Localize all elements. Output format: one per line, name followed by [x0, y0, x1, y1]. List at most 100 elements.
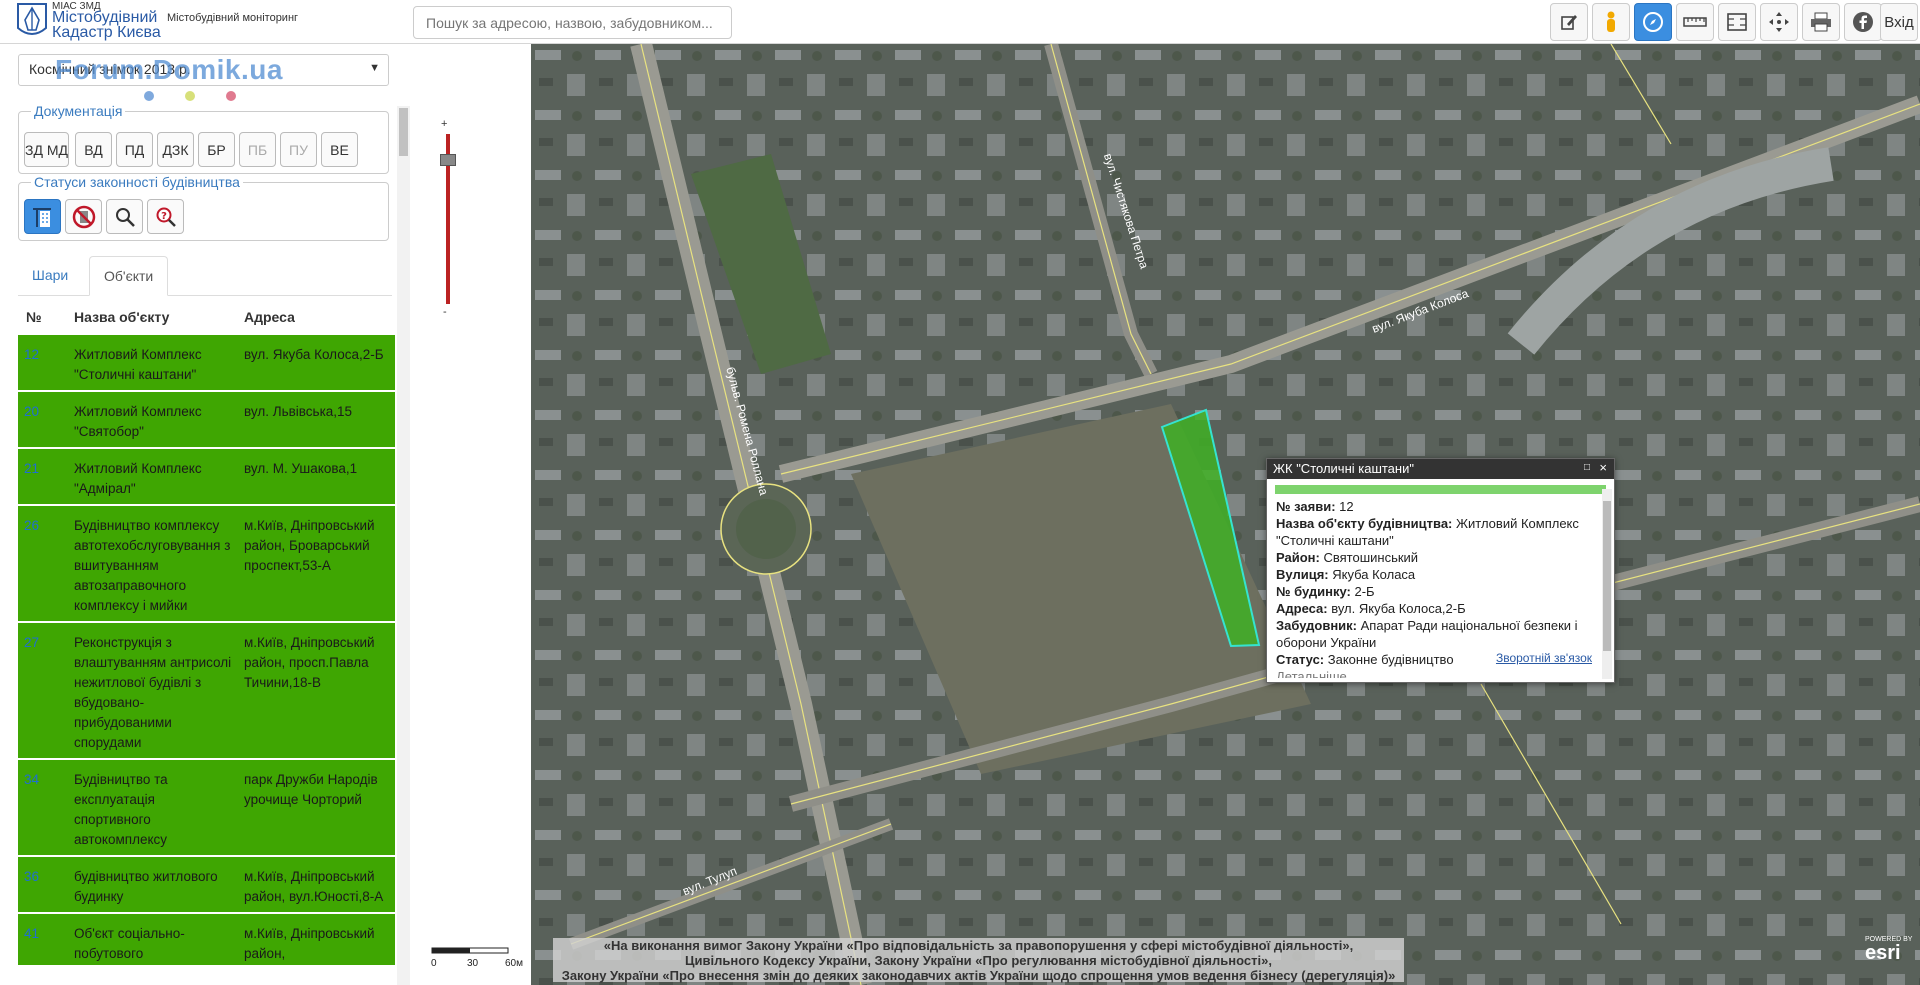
kyiv-emblem-logo[interactable] [14, 2, 50, 40]
row-number[interactable]: 41 [24, 924, 39, 944]
row-number[interactable]: 27 [24, 633, 39, 653]
legality-status-group-title: Статуси законності будівництва [31, 174, 243, 190]
row-address: м.Київ, Дніпровський район, просп.Павла … [244, 635, 375, 690]
logo-title-line1: Містобудівний [52, 9, 158, 26]
popup-field: № заяви: 12 [1276, 499, 1354, 514]
tab-objects[interactable]: Об'єкти [89, 256, 169, 296]
full-extent-button[interactable] [1760, 3, 1798, 41]
column-header-address[interactable]: Адреса [244, 309, 295, 325]
column-header-number[interactable]: № [26, 309, 42, 325]
status-legal-button[interactable] [24, 199, 61, 234]
table-row[interactable]: 21 Житловий Комплекс "Адмірал" вул. М. У… [18, 449, 395, 506]
scale-bar-graphic [431, 947, 509, 954]
esri-wordmark: esri [1865, 942, 1901, 964]
basemap-dot-red[interactable] [226, 91, 236, 101]
maximize-icon[interactable]: □ [1584, 462, 1590, 473]
row-address: м.Київ, Дніпровський район, вул.Юності,8… [244, 869, 384, 904]
scrollbar-thumb[interactable] [1603, 501, 1611, 651]
edit-tool-button[interactable] [1550, 3, 1588, 41]
search-input[interactable] [413, 6, 732, 39]
legal-notice: «На виконання вимог Закону України «Про … [553, 938, 1404, 983]
sidebar: Космічний знімок 2013 р. ▼ Forum.Domik.u… [0, 44, 456, 985]
basemap-dot-blue[interactable] [144, 91, 154, 101]
legal-line: Цивільного Кодексу України, Закону Украї… [685, 953, 1272, 968]
table-row[interactable]: 12 Житловий Комплекс "Столичні каштани" … [18, 335, 395, 392]
status-unknown-button[interactable]: ? [147, 199, 184, 234]
street-view-tool-button[interactable] [1592, 3, 1630, 41]
documentation-group: Документація ЗД МД ВД ПД ДЗК БР ПБ ПУ ВЕ [18, 103, 389, 174]
row-name: Будівництво та експлуатація спортивного … [74, 772, 168, 847]
row-number[interactable]: 20 [24, 402, 39, 422]
row-number[interactable]: 12 [24, 345, 39, 365]
legality-status-group: Статуси законності будівництва ? [18, 174, 389, 241]
row-number[interactable]: 34 [24, 770, 39, 790]
login-button[interactable]: Вхід [1880, 3, 1918, 41]
basemap-dot-yellow[interactable] [185, 91, 195, 101]
close-icon[interactable]: × [1599, 460, 1607, 475]
popup-scrollbar[interactable] [1602, 489, 1612, 679]
logo-title-line2: Кадастр Києва [52, 24, 161, 41]
sidebar-vertical-scrollbar[interactable] [397, 106, 410, 985]
table-row[interactable]: 36 будівництво житлового будинку м.Київ,… [18, 857, 395, 914]
doc-button-br[interactable]: БР [198, 132, 235, 167]
identify-tool-button[interactable] [1634, 3, 1672, 41]
area-measure-icon [1727, 13, 1747, 31]
status-illegal-button[interactable] [65, 199, 102, 234]
zoom-handle[interactable] [440, 154, 456, 166]
table-row[interactable]: 41 Об'єкт соціально-побутового м.Київ, Д… [18, 914, 395, 965]
watermark: Forum.Domik.ua [55, 54, 283, 85]
building-crane-icon [32, 207, 51, 227]
feedback-link[interactable]: Зворотній зв'язок [1496, 651, 1592, 665]
edit-icon [1561, 15, 1577, 30]
row-address: вул. М. Ушакова,1 [244, 461, 358, 476]
popup-field: Забудовник: Апарат Ради національної без… [1276, 618, 1578, 650]
popup-more-link[interactable]: Детальніше [1276, 668, 1590, 678]
table-row[interactable]: 20 Житловий Комплекс "Святобор" вул. Льв… [18, 392, 395, 449]
doc-button-pd[interactable]: ПД [116, 132, 153, 167]
objects-table-body: 12 Житловий Комплекс "Столичні каштани" … [18, 335, 395, 965]
doc-button-vd[interactable]: ВД [75, 132, 112, 167]
zoom-in-button[interactable]: + [441, 118, 447, 130]
measure-distance-button[interactable] [1676, 3, 1714, 41]
scrollbar-thumb[interactable] [399, 108, 408, 156]
prohibited-building-icon [72, 205, 95, 228]
chevron-down-icon: ▼ [369, 62, 380, 74]
tab-layers[interactable]: Шари [18, 256, 82, 296]
esri-logo: POWERED BY esri [1865, 936, 1912, 965]
satellite-map[interactable]: вул. Якуба Колоса бульв. Ромена Роллана … [531, 44, 1920, 985]
popup-field: Вулиця: Якуба Коласа [1276, 567, 1416, 582]
row-address: м.Київ, Дніпровський район, [244, 926, 375, 961]
facebook-button[interactable] [1844, 3, 1882, 41]
compass-icon [1643, 12, 1663, 32]
pegman-icon [1607, 11, 1615, 32]
svg-text:?: ? [161, 211, 167, 222]
print-button[interactable] [1802, 3, 1840, 41]
zoom-slider[interactable]: + - [440, 118, 456, 318]
doc-button-dzk[interactable]: ДЗК [157, 132, 194, 167]
crosshair-arrows-icon [1769, 12, 1789, 32]
logo-title: Містобудівний Кадастр Києва [52, 9, 161, 41]
row-number[interactable]: 36 [24, 867, 39, 887]
table-row[interactable]: 34 Будівництво та експлуатація спортивно… [18, 760, 395, 857]
doc-button-ve[interactable]: ВЕ [321, 132, 358, 167]
app-subtitle: Містобудівний моніторинг [167, 12, 299, 24]
zoom-out-button[interactable]: - [443, 306, 447, 318]
doc-button-zdmd[interactable]: ЗД МД [24, 132, 69, 167]
column-header-name[interactable]: Назва об'єкту [74, 309, 169, 325]
table-row[interactable]: 27 Реконструкція з влаштуванням антрисол… [18, 623, 395, 760]
row-name: Житловий Комплекс "Столичні каштани" [74, 347, 202, 382]
row-number[interactable]: 21 [24, 459, 39, 479]
row-address: вул. Якуба Колоса,2-Б [244, 347, 384, 362]
popup-field: Адреса: вул. Якуба Колоса,2-Б [1276, 601, 1466, 616]
status-inspection-button[interactable] [106, 199, 143, 234]
doc-button-pu[interactable]: ПУ [280, 132, 317, 167]
row-name: Будівництво комплексу автотехобслуговува… [74, 518, 231, 613]
table-row[interactable]: 26 Будівництво комплексу автотехобслугов… [18, 506, 395, 623]
popup-header: ЖК "Столичні каштани" □ × [1267, 459, 1614, 479]
doc-button-pb[interactable]: ПБ [239, 132, 276, 167]
row-number[interactable]: 26 [24, 516, 39, 536]
measure-area-button[interactable] [1718, 3, 1756, 41]
feature-popup[interactable]: ЖК "Столичні каштани" □ × № заяви: 12 На… [1266, 458, 1615, 683]
row-address: парк Дружби Народів урочище Чорторий [244, 772, 378, 807]
legal-line: Закону України «Про внесення змін до дея… [561, 968, 1396, 983]
